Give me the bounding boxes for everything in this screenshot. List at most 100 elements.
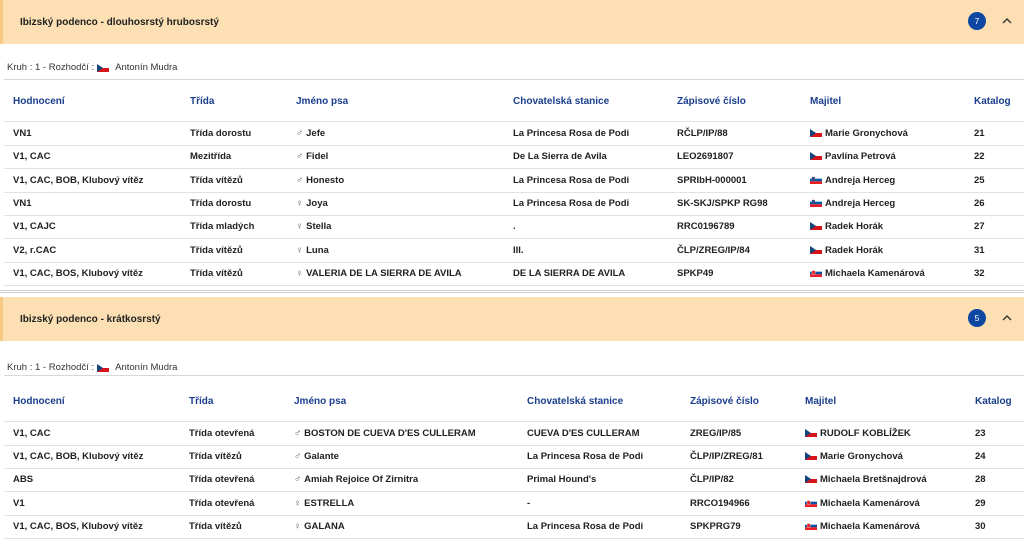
header-divider bbox=[4, 121, 1024, 122]
cell-dog-name: ♂ Honesto bbox=[296, 175, 344, 186]
owner-name-text: Radek Horák bbox=[825, 244, 884, 256]
row-divider bbox=[4, 468, 1024, 470]
cell-catalog-number: 29 bbox=[975, 497, 986, 509]
column-header-catalog-number[interactable]: Katalog bbox=[975, 396, 1012, 407]
cell-catalog-number: 22 bbox=[974, 151, 985, 163]
cell-grade: V1, CAC bbox=[13, 151, 51, 163]
column-header-catalog-number[interactable]: Katalog bbox=[974, 96, 1011, 107]
sk-flag-icon bbox=[805, 522, 817, 530]
cz-flag-icon bbox=[97, 64, 109, 72]
divider bbox=[4, 79, 1024, 80]
cell-owner: Marie Gronychová bbox=[810, 128, 908, 139]
chevron-up-icon[interactable] bbox=[1001, 312, 1013, 324]
chevron-up-icon[interactable] bbox=[1001, 15, 1013, 27]
column-header-owner[interactable]: Majitel bbox=[805, 396, 836, 407]
cell-catalog-number: 28 bbox=[975, 474, 986, 486]
breed-panel-header[interactable]: Ibizský podenco - krátkosrstý 5 bbox=[0, 297, 1024, 341]
cell-catalog-number: 30 bbox=[975, 520, 986, 532]
cell-kennel: - bbox=[527, 497, 531, 509]
dog-name-text: BOSTON DE CUEVA D'ES CULLERAM bbox=[304, 428, 476, 439]
cell-catalog-number: 26 bbox=[974, 197, 985, 209]
cell-owner: Michaela Kamenárová bbox=[805, 498, 920, 509]
cell-dog-name: ♂ Jefe bbox=[296, 128, 325, 139]
cell-kennel: De La Sierra de Avila bbox=[513, 151, 607, 163]
column-header-owner[interactable]: Majitel bbox=[810, 96, 841, 107]
cell-registration-number: RRCO194966 bbox=[690, 497, 750, 509]
dog-name-text: ESTRELLA bbox=[304, 497, 355, 509]
row-divider bbox=[4, 261, 1024, 263]
cell-owner: RUDOLF KOBLÍŽEK bbox=[805, 428, 911, 439]
si-flag-icon bbox=[810, 199, 822, 207]
cell-owner: Michaela Bretšnajdrová bbox=[805, 474, 927, 485]
cell-registration-number: ČLP/IP/ZREG/81 bbox=[690, 451, 763, 463]
cell-kennel: La Princesa Rosa de Podi bbox=[527, 451, 644, 463]
row-divider bbox=[4, 145, 1024, 146]
entry-count-badge: 7 bbox=[968, 12, 986, 30]
column-header-class[interactable]: Třída bbox=[190, 96, 214, 107]
breed-title: Ibizský podenco - dlouhosrstý hrubosrstý bbox=[20, 16, 219, 28]
cell-owner: Michaela Kamenárová bbox=[805, 521, 920, 532]
cell-kennel: CUEVA D'ES CULLERAM bbox=[527, 428, 640, 439]
owner-name-text: Pavlína Petrová bbox=[825, 151, 896, 163]
row-divider bbox=[4, 445, 1024, 446]
cell-class: Třída otevřená bbox=[189, 497, 255, 509]
breed-section: Ibizský podenco - dlouhosrstý hrubosrstý… bbox=[0, 0, 1024, 292]
judge-name: Antonín Mudra bbox=[115, 62, 178, 73]
cell-grade: V1 bbox=[13, 497, 25, 509]
column-header-dog-name[interactable]: Jméno psa bbox=[294, 396, 346, 407]
column-header-class[interactable]: Třída bbox=[189, 396, 213, 407]
column-header-registration-number[interactable]: Zápisové číslo bbox=[677, 96, 746, 107]
cell-kennel: . bbox=[513, 221, 516, 233]
column-header-dog-name[interactable]: Jméno psa bbox=[296, 96, 348, 107]
column-header-kennel[interactable]: Chovatelská stanice bbox=[513, 96, 609, 107]
sex-icon: ♀ bbox=[296, 197, 304, 209]
cell-catalog-number: 23 bbox=[975, 428, 986, 439]
cell-class: Třída otevřená bbox=[189, 428, 255, 439]
cz-flag-icon bbox=[805, 429, 817, 437]
cell-kennel: DE LA SIERRA DE AVILA bbox=[513, 267, 626, 279]
cz-flag-icon bbox=[810, 222, 822, 230]
row-divider bbox=[4, 238, 1024, 240]
sk-flag-icon bbox=[810, 269, 822, 277]
cell-owner: Pavlína Petrová bbox=[810, 151, 896, 162]
column-header-grade[interactable]: Hodnocení bbox=[13, 96, 65, 107]
cell-dog-name: ♂ Galante bbox=[294, 451, 339, 462]
cell-dog-name: ♀ Joya bbox=[296, 198, 328, 209]
cell-registration-number: ČLP/ZREG/IP/84 bbox=[677, 244, 750, 256]
cell-dog-name: ♂ BOSTON DE CUEVA D'ES CULLERAM bbox=[294, 428, 476, 439]
cell-registration-number: RČLP/IP/88 bbox=[677, 128, 728, 139]
sex-icon: ♀ bbox=[294, 497, 302, 509]
cell-class: Třída vítězů bbox=[189, 520, 242, 532]
cell-dog-name: ♀ ESTRELLA bbox=[294, 498, 354, 509]
cell-registration-number: SPRIbH-000001 bbox=[677, 174, 747, 186]
si-flag-icon bbox=[810, 176, 822, 184]
cell-grade: V2, r.CAC bbox=[13, 244, 57, 256]
dog-name-text: Stella bbox=[306, 221, 332, 233]
dog-name-text: VALERIA DE LA SIERRA DE AVILA bbox=[306, 267, 462, 279]
owner-name-text: Andreja Herceg bbox=[825, 174, 896, 186]
cell-class: Třída vítězů bbox=[190, 244, 243, 256]
cz-flag-icon bbox=[810, 129, 822, 137]
dog-name-text: Joya bbox=[306, 197, 328, 209]
column-header-registration-number[interactable]: Zápisové číslo bbox=[690, 396, 759, 407]
cz-flag-icon bbox=[810, 246, 822, 254]
cell-dog-name: ♀ Luna bbox=[296, 245, 329, 256]
cell-kennel: Primal Hound's bbox=[527, 474, 597, 486]
sex-icon: ♀ bbox=[296, 221, 304, 233]
column-header-grade[interactable]: Hodnocení bbox=[13, 396, 65, 407]
cell-owner: Andreja Herceg bbox=[810, 175, 895, 186]
sex-icon: ♂ bbox=[294, 474, 302, 486]
cell-dog-name: ♀ Stella bbox=[296, 221, 331, 232]
cell-class: Třída mladých bbox=[190, 221, 255, 233]
cell-registration-number: RRC0196789 bbox=[677, 221, 735, 233]
dog-name-text: Luna bbox=[306, 244, 329, 256]
cell-dog-name: ♀ VALERIA DE LA SIERRA DE AVILA bbox=[296, 268, 462, 279]
cell-grade: V1, CAC, BOS, Klubový vítěz bbox=[13, 520, 143, 532]
cell-owner: Michaela Kamenárová bbox=[810, 268, 925, 279]
sex-icon: ♂ bbox=[296, 151, 304, 163]
sex-icon: ♂ bbox=[294, 428, 302, 439]
cell-registration-number: ČLP/IP/82 bbox=[690, 474, 734, 486]
column-header-kennel[interactable]: Chovatelská stanice bbox=[527, 396, 623, 407]
cz-flag-icon bbox=[805, 475, 817, 483]
breed-panel-header[interactable]: Ibizský podenco - dlouhosrstý hrubosrstý… bbox=[0, 0, 1024, 44]
